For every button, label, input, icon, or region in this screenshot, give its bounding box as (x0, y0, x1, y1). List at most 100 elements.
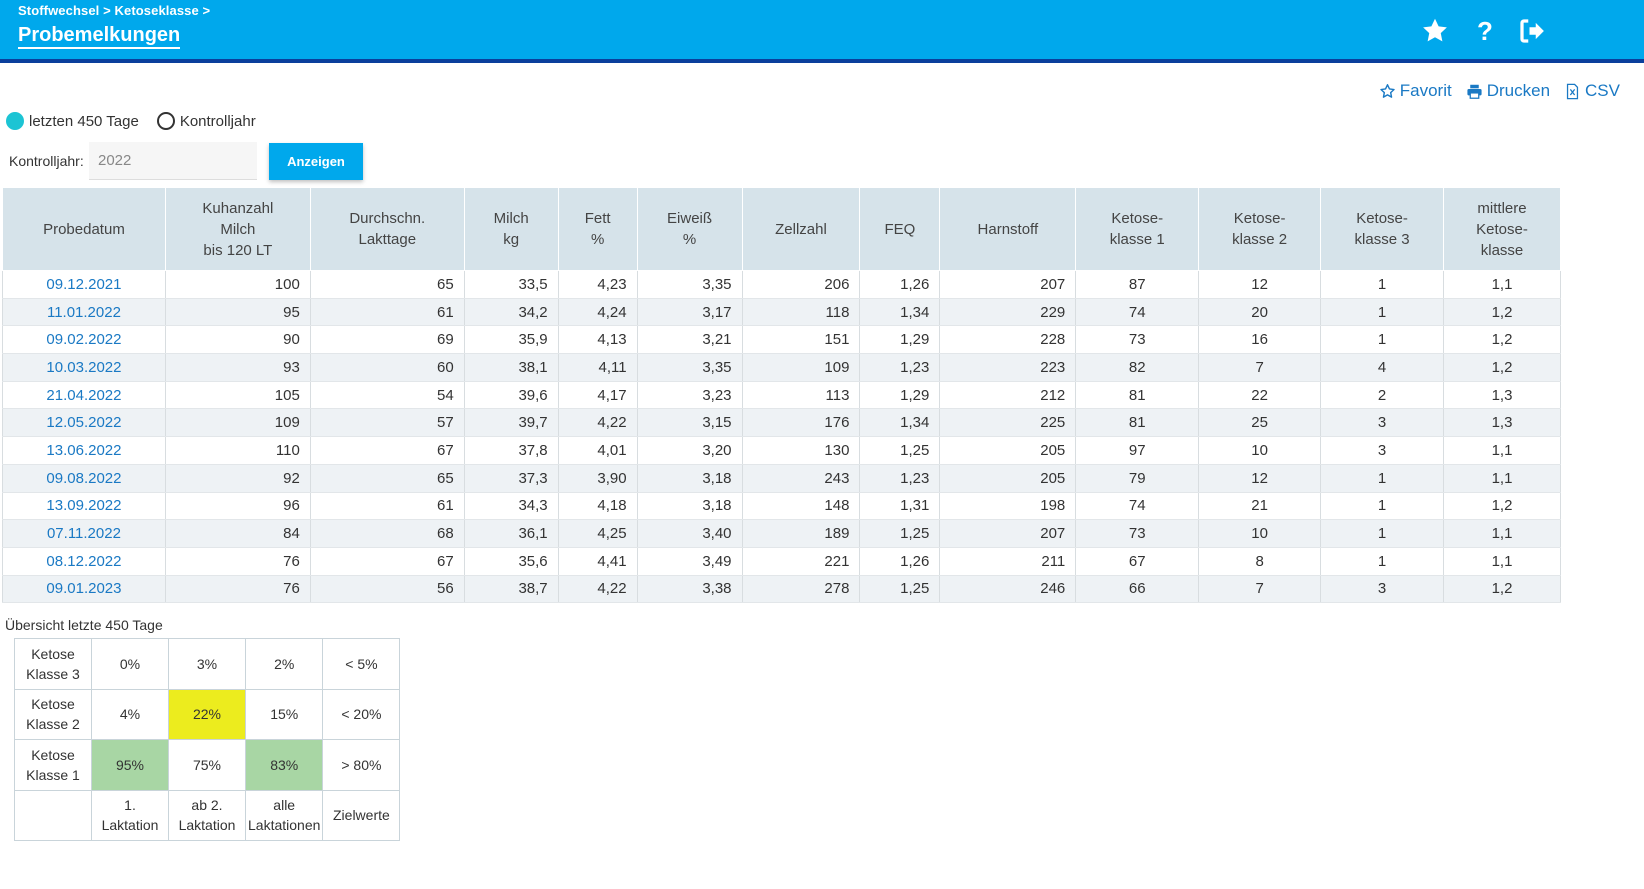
logout-icon[interactable] (1517, 16, 1547, 46)
overview-cell: 4% (91, 688, 169, 740)
column-header-label: Milch (220, 220, 256, 238)
table-cell: 225 (939, 408, 1077, 438)
table-cell: 12 (1198, 270, 1322, 299)
table-cell: 109 (742, 353, 861, 382)
column-header-label: Ketose- (1476, 220, 1528, 238)
table-cell: 7 (1198, 575, 1322, 604)
overview-cell: 0% (91, 638, 169, 690)
radio-control-year[interactable]: Kontrolljahr (156, 112, 256, 130)
breadcrumb[interactable]: Stoffwechsel > Ketoseklasse > (18, 3, 210, 18)
date-link[interactable]: 13.09.2022 (2, 492, 166, 521)
column-header[interactable]: Zellzahl (741, 187, 861, 271)
date-link[interactable]: 08.12.2022 (2, 547, 166, 576)
table-cell: 1,1 (1443, 436, 1561, 465)
table-cell: 151 (742, 325, 861, 355)
overview-text: Laktationen (248, 817, 321, 834)
overview-text: Ketose (31, 746, 75, 763)
table-cell: 1,1 (1443, 519, 1561, 548)
table-cell: 4,22 (558, 575, 638, 604)
table-cell: 4,11 (558, 353, 638, 382)
table-cell: 73 (1075, 519, 1200, 548)
table-cell: 246 (939, 575, 1077, 604)
table-cell: 206 (742, 270, 861, 299)
table-cell: 100 (165, 270, 311, 299)
table-cell: 1,2 (1443, 492, 1561, 521)
date-link[interactable]: 13.06.2022 (2, 436, 166, 465)
date-link[interactable]: 09.01.2023 (2, 575, 166, 604)
table-cell: 34,2 (464, 298, 559, 327)
date-link[interactable]: 09.08.2022 (2, 464, 166, 493)
column-header[interactable]: Probedatum (2, 187, 166, 271)
column-header[interactable]: Ketose-klasse 1 (1075, 187, 1200, 271)
table-cell: 176 (742, 408, 861, 438)
table-cell: 229 (939, 298, 1077, 327)
overview-cell: 75% (168, 739, 246, 791)
date-link[interactable]: 21.04.2022 (2, 381, 166, 410)
help-icon[interactable]: ? (1470, 16, 1500, 46)
overview-text: ab 2. (191, 797, 223, 814)
table-cell: 35,9 (464, 325, 559, 355)
column-header[interactable]: Milch kg (463, 187, 559, 271)
table-row: 13.06.2022 110 67 37,8 4,01 3,20 130 1,25 205 97 1… (2, 436, 1561, 465)
table-cell: 1,23 (859, 464, 941, 493)
table-cell: 221 (742, 547, 861, 576)
column-header[interactable]: Ketose-klasse 2 (1198, 187, 1322, 271)
overview-empty-cell (14, 789, 92, 841)
star-outline-icon (1380, 83, 1395, 98)
table-cell: 118 (742, 298, 861, 327)
table-cell: 1,1 (1443, 270, 1561, 299)
column-header-label: Ketose- (1356, 210, 1408, 227)
favorite-action[interactable]: Favorit (1379, 81, 1452, 101)
table-cell: 39,7 (464, 408, 559, 438)
table-cell: 1,34 (859, 408, 941, 438)
table-cell: 73 (1075, 325, 1200, 355)
table-cell: 1,2 (1443, 575, 1561, 604)
table-cell: 1,3 (1443, 408, 1561, 438)
table-cell: 36,1 (464, 519, 559, 548)
column-header[interactable]: Eiweiß% (636, 187, 743, 271)
column-header-label: Kuhanzahl (202, 199, 274, 217)
table-cell: 205 (939, 436, 1077, 465)
table-cell: 12 (1198, 464, 1322, 493)
column-header-label: klasse 3 (1354, 231, 1410, 248)
table-cell: 81 (1075, 381, 1200, 410)
column-header[interactable]: Fett% (557, 187, 638, 271)
column-header-label: Ketose- (1233, 210, 1286, 227)
table-cell: 1,1 (1443, 547, 1561, 576)
table-cell: 3 (1320, 575, 1444, 604)
table-cell: 1,25 (859, 436, 941, 465)
star-icon[interactable] (1420, 16, 1450, 46)
column-header[interactable]: Durchschn. Lakttage (309, 187, 465, 271)
date-link[interactable]: 12.05.2022 (2, 408, 166, 438)
overview-text: Klasse 2 (26, 716, 80, 733)
column-header[interactable]: Kuhanzahl Milch bis 120 LT (164, 187, 311, 271)
column-header[interactable]: mittlere Ketose-klasse (1443, 187, 1561, 271)
column-header-label: Lakttage (358, 231, 417, 248)
column-header[interactable]: Harnstoff (939, 187, 1077, 271)
table-cell: 65 (310, 270, 465, 299)
date-link[interactable]: 09.12.2021 (2, 270, 166, 299)
date-link[interactable]: 09.02.2022 (2, 325, 166, 355)
table-cell: 207 (939, 270, 1077, 299)
date-link[interactable]: 10.03.2022 (2, 353, 166, 382)
column-header[interactable]: FEQ (859, 187, 941, 271)
overview-text: alle (273, 797, 296, 814)
table-cell: 1,3 (1443, 381, 1561, 410)
table-cell: 68 (310, 519, 465, 548)
year-input[interactable] (89, 142, 257, 180)
print-action[interactable]: Drucken (1466, 81, 1550, 101)
column-header[interactable]: Ketose-klasse 3 (1320, 187, 1444, 271)
date-link[interactable]: 07.11.2022 (2, 519, 166, 548)
table-cell: 211 (939, 547, 1077, 576)
overview-text: Klasse 1 (26, 766, 80, 783)
table-cell: 34,3 (464, 492, 559, 521)
table-cell: 207 (939, 519, 1077, 548)
show-button[interactable]: Anzeigen (269, 142, 363, 180)
table-row: 10.03.2022 93 60 38,1 4,11 3,35 109 1,23 223 82 7 4… (2, 353, 1561, 382)
csv-action[interactable]: CSV (1564, 81, 1620, 101)
radio-last-450-days[interactable]: letzten 450 Tage (6, 112, 139, 130)
table-cell: 243 (742, 464, 861, 493)
table-cell: 37,3 (464, 464, 559, 493)
date-link[interactable]: 11.01.2022 (2, 298, 166, 327)
table-cell: 1 (1320, 547, 1444, 576)
